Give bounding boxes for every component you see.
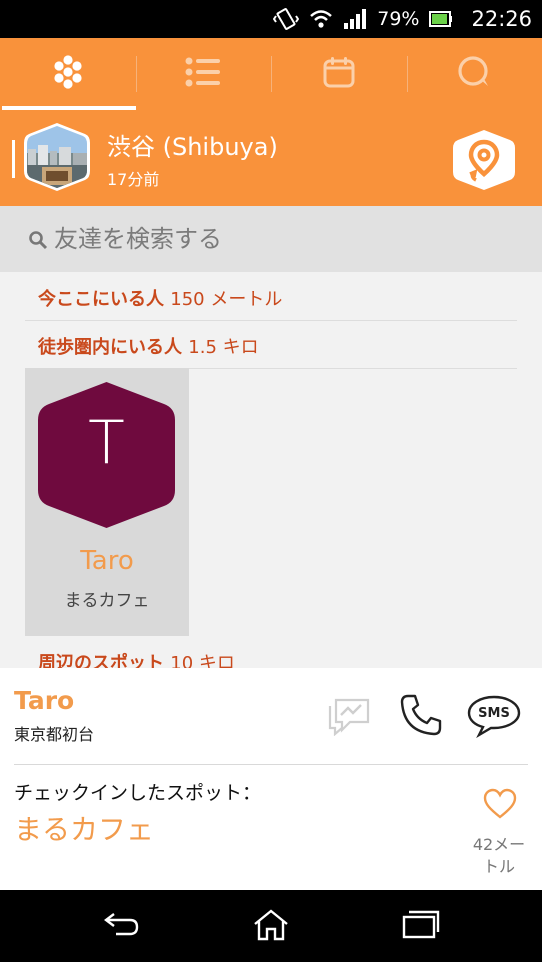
tab-chat[interactable] bbox=[406, 38, 542, 110]
message-icon bbox=[328, 698, 370, 737]
spot-distance-line1: 42メー bbox=[472, 835, 526, 854]
detail-address: 東京都初台 bbox=[14, 725, 95, 744]
section-nearby-spots[interactable]: 周辺のスポット 10 キロ bbox=[38, 649, 235, 668]
system-nav-bar bbox=[0, 890, 542, 962]
recents-button[interactable] bbox=[402, 908, 440, 944]
heart-icon bbox=[483, 788, 517, 819]
location-time-ago: 17分前 bbox=[107, 170, 160, 189]
search-bar bbox=[0, 206, 542, 272]
friend-name: Taro bbox=[80, 546, 134, 576]
vibrate-icon bbox=[273, 7, 300, 31]
checkin-label: チェックインしたスポット： bbox=[14, 782, 262, 804]
checkin-location-icon bbox=[453, 130, 515, 190]
section-distance: 1.5 キロ bbox=[188, 337, 259, 358]
home-icon bbox=[254, 909, 288, 941]
location-title: 渋谷 (Shibuya) bbox=[107, 133, 278, 161]
recents-icon bbox=[402, 910, 440, 939]
section-distance: 150 メートル bbox=[170, 289, 283, 310]
section-distance: 10 キロ bbox=[170, 653, 235, 668]
friend-detail-panel: Taro 東京都初台 SMS チェックインしたスポット： まるカフェ 42メー … bbox=[0, 668, 542, 890]
checkin-spot-name[interactable]: まるカフェ bbox=[14, 808, 154, 848]
favorite-button[interactable] bbox=[482, 788, 518, 824]
message-button[interactable] bbox=[326, 694, 372, 740]
avatar-initial: T bbox=[88, 408, 125, 478]
tab-home[interactable] bbox=[0, 38, 136, 110]
status-bar: 79% 22:26 bbox=[0, 0, 542, 38]
checkin-button[interactable] bbox=[452, 128, 516, 192]
spot-distance: 42メー トル bbox=[466, 834, 532, 878]
friend-spot: まるカフェ bbox=[64, 591, 150, 611]
battery-icon bbox=[429, 10, 453, 28]
search-icon bbox=[28, 230, 48, 254]
back-button[interactable] bbox=[102, 908, 140, 944]
tab-bar bbox=[0, 38, 542, 110]
section-label: 周辺のスポット bbox=[38, 653, 164, 668]
battery-percent: 79% bbox=[377, 8, 420, 30]
call-button[interactable] bbox=[398, 692, 444, 742]
signal-icon bbox=[343, 8, 367, 30]
divider bbox=[14, 764, 528, 765]
calendar-icon bbox=[323, 56, 355, 92]
city-photo-thumbnail bbox=[24, 123, 90, 191]
phone-icon bbox=[400, 694, 442, 736]
sms-button[interactable]: SMS bbox=[466, 694, 522, 742]
sms-label: SMS bbox=[478, 706, 510, 721]
location-thumbnail[interactable] bbox=[24, 123, 90, 195]
back-icon bbox=[104, 913, 139, 936]
clock: 22:26 bbox=[471, 7, 532, 31]
search-input[interactable] bbox=[54, 218, 514, 260]
friend-list: 今ここにいる人 150 メートル 徒歩圏内にいる人 1.5 キロ T Taro … bbox=[0, 272, 542, 668]
section-label: 今ここにいる人 bbox=[38, 289, 164, 310]
spot-distance-line2: トル bbox=[482, 857, 515, 876]
section-walking[interactable]: 徒歩圏内にいる人 1.5 キロ bbox=[38, 333, 259, 359]
divider bbox=[25, 320, 517, 321]
detail-name: Taro bbox=[14, 686, 75, 715]
tab-list[interactable] bbox=[135, 38, 272, 110]
list-icon bbox=[185, 57, 221, 91]
tab-calendar[interactable] bbox=[271, 38, 407, 110]
section-here[interactable]: 今ここにいる人 150 メートル bbox=[38, 285, 282, 311]
chat-bubble-icon bbox=[456, 55, 492, 93]
section-label: 徒歩圏内にいる人 bbox=[38, 337, 182, 358]
location-indicator bbox=[12, 140, 15, 178]
hexagon-cluster-icon bbox=[50, 55, 86, 93]
friend-card[interactable]: T Taro まるカフェ bbox=[25, 368, 189, 636]
wifi-icon bbox=[309, 8, 333, 30]
home-button[interactable] bbox=[251, 908, 291, 946]
